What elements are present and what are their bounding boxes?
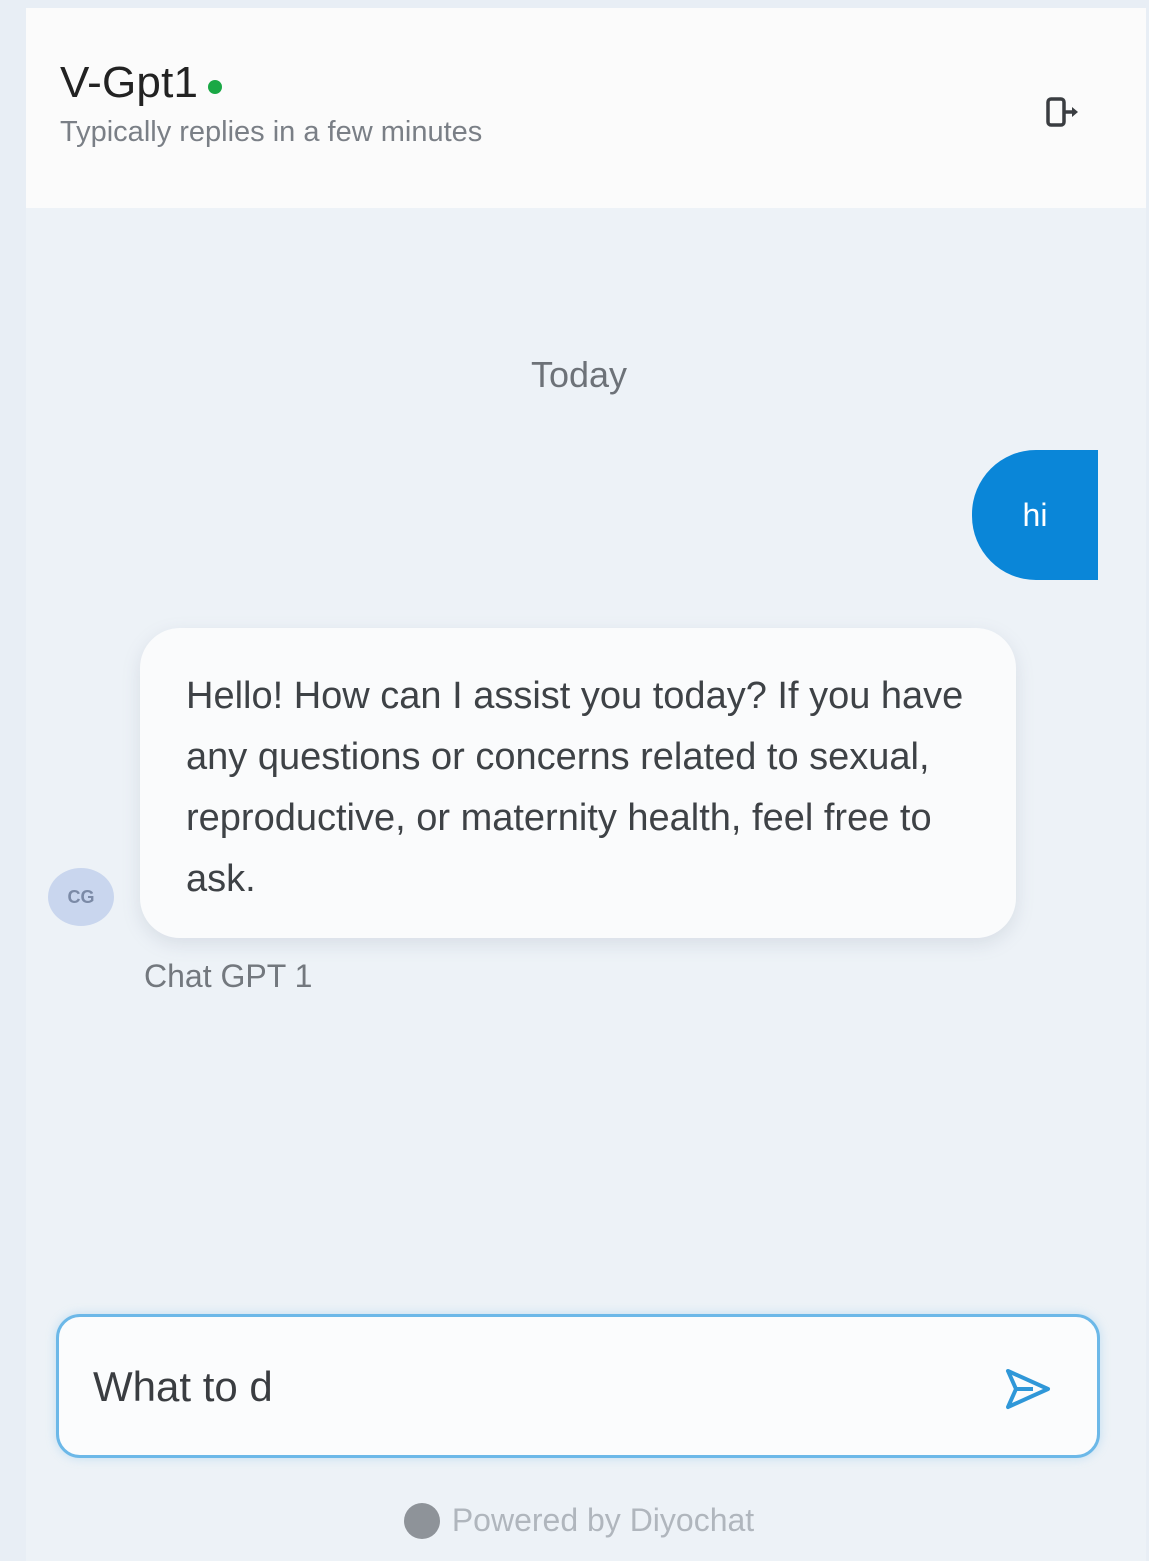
send-button[interactable] <box>997 1359 1059 1419</box>
chat-widget: V-Gpt1 Typically replies in a few minute… <box>26 8 1146 1561</box>
powered-by-text: Powered by Diyochat <box>451 1502 755 1538</box>
bot-avatar: CG <box>48 868 114 926</box>
bot-message-bubble: Hello! How can I assist you today? If yo… <box>140 628 1016 938</box>
title-row: V-Gpt1 <box>60 58 223 108</box>
user-message-bubble: hi <box>972 450 1098 580</box>
message-composer <box>56 1314 1100 1458</box>
chat-header: V-Gpt1 Typically replies in a few minute… <box>26 8 1146 208</box>
exit-icon <box>1046 97 1078 127</box>
message-input[interactable] <box>93 1351 973 1423</box>
day-divider: Today <box>530 354 628 395</box>
chat-bubble-icon <box>403 1502 440 1539</box>
online-status-dot <box>208 80 223 94</box>
bot-author-name: Chat GPT 1 <box>144 958 313 994</box>
reply-time-subtitle: Typically replies in a few minutes <box>60 116 483 148</box>
chat-title: V-Gpt1 <box>60 58 199 107</box>
powered-by-footer: Powered by Diyochat <box>26 1502 1132 1539</box>
exit-button[interactable] <box>1030 80 1094 144</box>
send-icon <box>1006 1369 1050 1409</box>
